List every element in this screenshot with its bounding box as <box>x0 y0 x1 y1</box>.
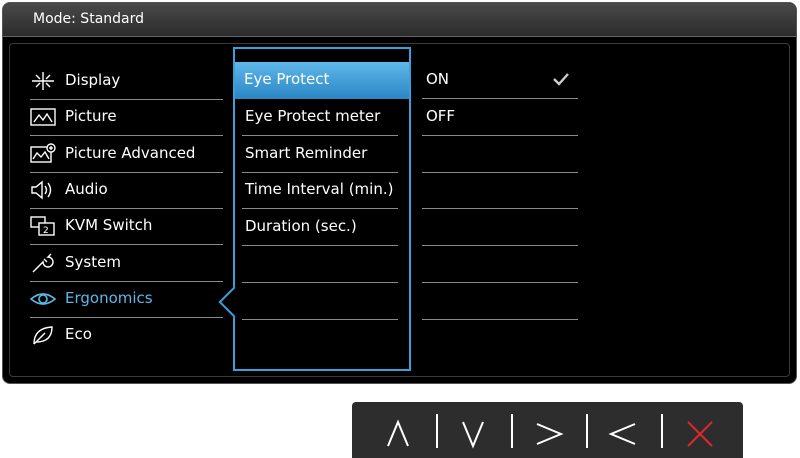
option-label: OFF <box>426 107 456 125</box>
divider <box>436 414 438 448</box>
submenu-item-duration[interactable]: Duration (sec.) <box>242 209 398 246</box>
display-icon <box>30 70 56 92</box>
control-key-bar <box>352 402 743 458</box>
divider <box>586 414 588 448</box>
menu-item-display[interactable]: Display <box>30 64 223 100</box>
menu-item-label: Audio <box>65 180 108 198</box>
chevron-left-icon <box>608 423 636 445</box>
menu-item-picture-advanced[interactable]: Picture Advanced <box>30 137 223 173</box>
menu-item-label: Picture Advanced <box>65 144 196 162</box>
menu-item-label: Ergonomics <box>65 289 153 307</box>
audio-icon <box>30 179 56 201</box>
close-button[interactable] <box>680 414 720 454</box>
ergonomics-icon <box>29 288 57 310</box>
submenu-item-label: Time Interval (min.) <box>245 180 394 198</box>
menu-item-ergonomics[interactable]: Ergonomics <box>29 282 223 318</box>
menu-item-system[interactable]: System <box>30 246 223 282</box>
menu-item-audio[interactable]: Audio <box>30 173 223 209</box>
submenu-item-label: Duration (sec.) <box>245 217 357 235</box>
submenu-item-empty <box>242 246 398 283</box>
picture-icon <box>30 106 56 128</box>
system-icon <box>30 252 56 274</box>
divider <box>511 414 513 448</box>
menu-item-kvm-switch[interactable]: 2 KVM Switch <box>30 209 223 245</box>
submenu-item-smart-reminder[interactable]: Smart Reminder <box>242 136 398 173</box>
submenu-item-empty <box>242 283 398 320</box>
left-button[interactable] <box>603 414 643 454</box>
chevron-right-icon <box>536 423 564 445</box>
submenu-item-label: Smart Reminder <box>245 144 368 162</box>
osd-header: Mode: Standard <box>3 3 796 37</box>
option-empty <box>422 246 578 283</box>
submenu-item-label: Eye Protect meter <box>245 107 381 125</box>
option-empty <box>422 283 578 320</box>
svg-text:2: 2 <box>43 226 49 236</box>
option-off[interactable]: OFF <box>422 99 578 136</box>
submenu-item-label: Eye Protect <box>244 70 330 88</box>
option-empty <box>422 136 578 173</box>
menu-item-picture[interactable]: Picture <box>30 100 223 136</box>
down-button[interactable] <box>453 414 493 454</box>
divider <box>661 414 663 448</box>
option-label: ON <box>426 70 450 88</box>
right-button[interactable] <box>529 414 569 454</box>
chevron-up-icon <box>387 419 409 447</box>
submenu-item-eye-protect[interactable]: Eye Protect <box>235 62 409 99</box>
submenu-item-time-interval[interactable]: Time Interval (min.) <box>242 172 398 209</box>
option-empty <box>422 172 578 209</box>
menu-item-label: System <box>65 253 121 271</box>
mode-label: Mode: Standard <box>33 11 145 27</box>
menu-item-label: Display <box>65 71 121 89</box>
option-empty <box>422 209 578 246</box>
eco-icon <box>30 324 56 346</box>
up-button[interactable] <box>378 414 418 454</box>
kvm-switch-icon: 2 <box>30 215 56 237</box>
option-on[interactable]: ON <box>422 62 578 99</box>
menu-item-eco[interactable]: Eco <box>30 318 223 354</box>
menu-item-label: Eco <box>65 325 92 343</box>
chevron-down-icon <box>462 421 484 449</box>
menu-item-label: KVM Switch <box>65 216 153 234</box>
picture-advanced-icon <box>30 143 56 165</box>
close-icon <box>687 421 713 447</box>
menu-item-label: Picture <box>65 107 117 125</box>
submenu-item-eye-protect-meter[interactable]: Eye Protect meter <box>242 99 398 136</box>
checkmark-icon <box>552 70 570 88</box>
